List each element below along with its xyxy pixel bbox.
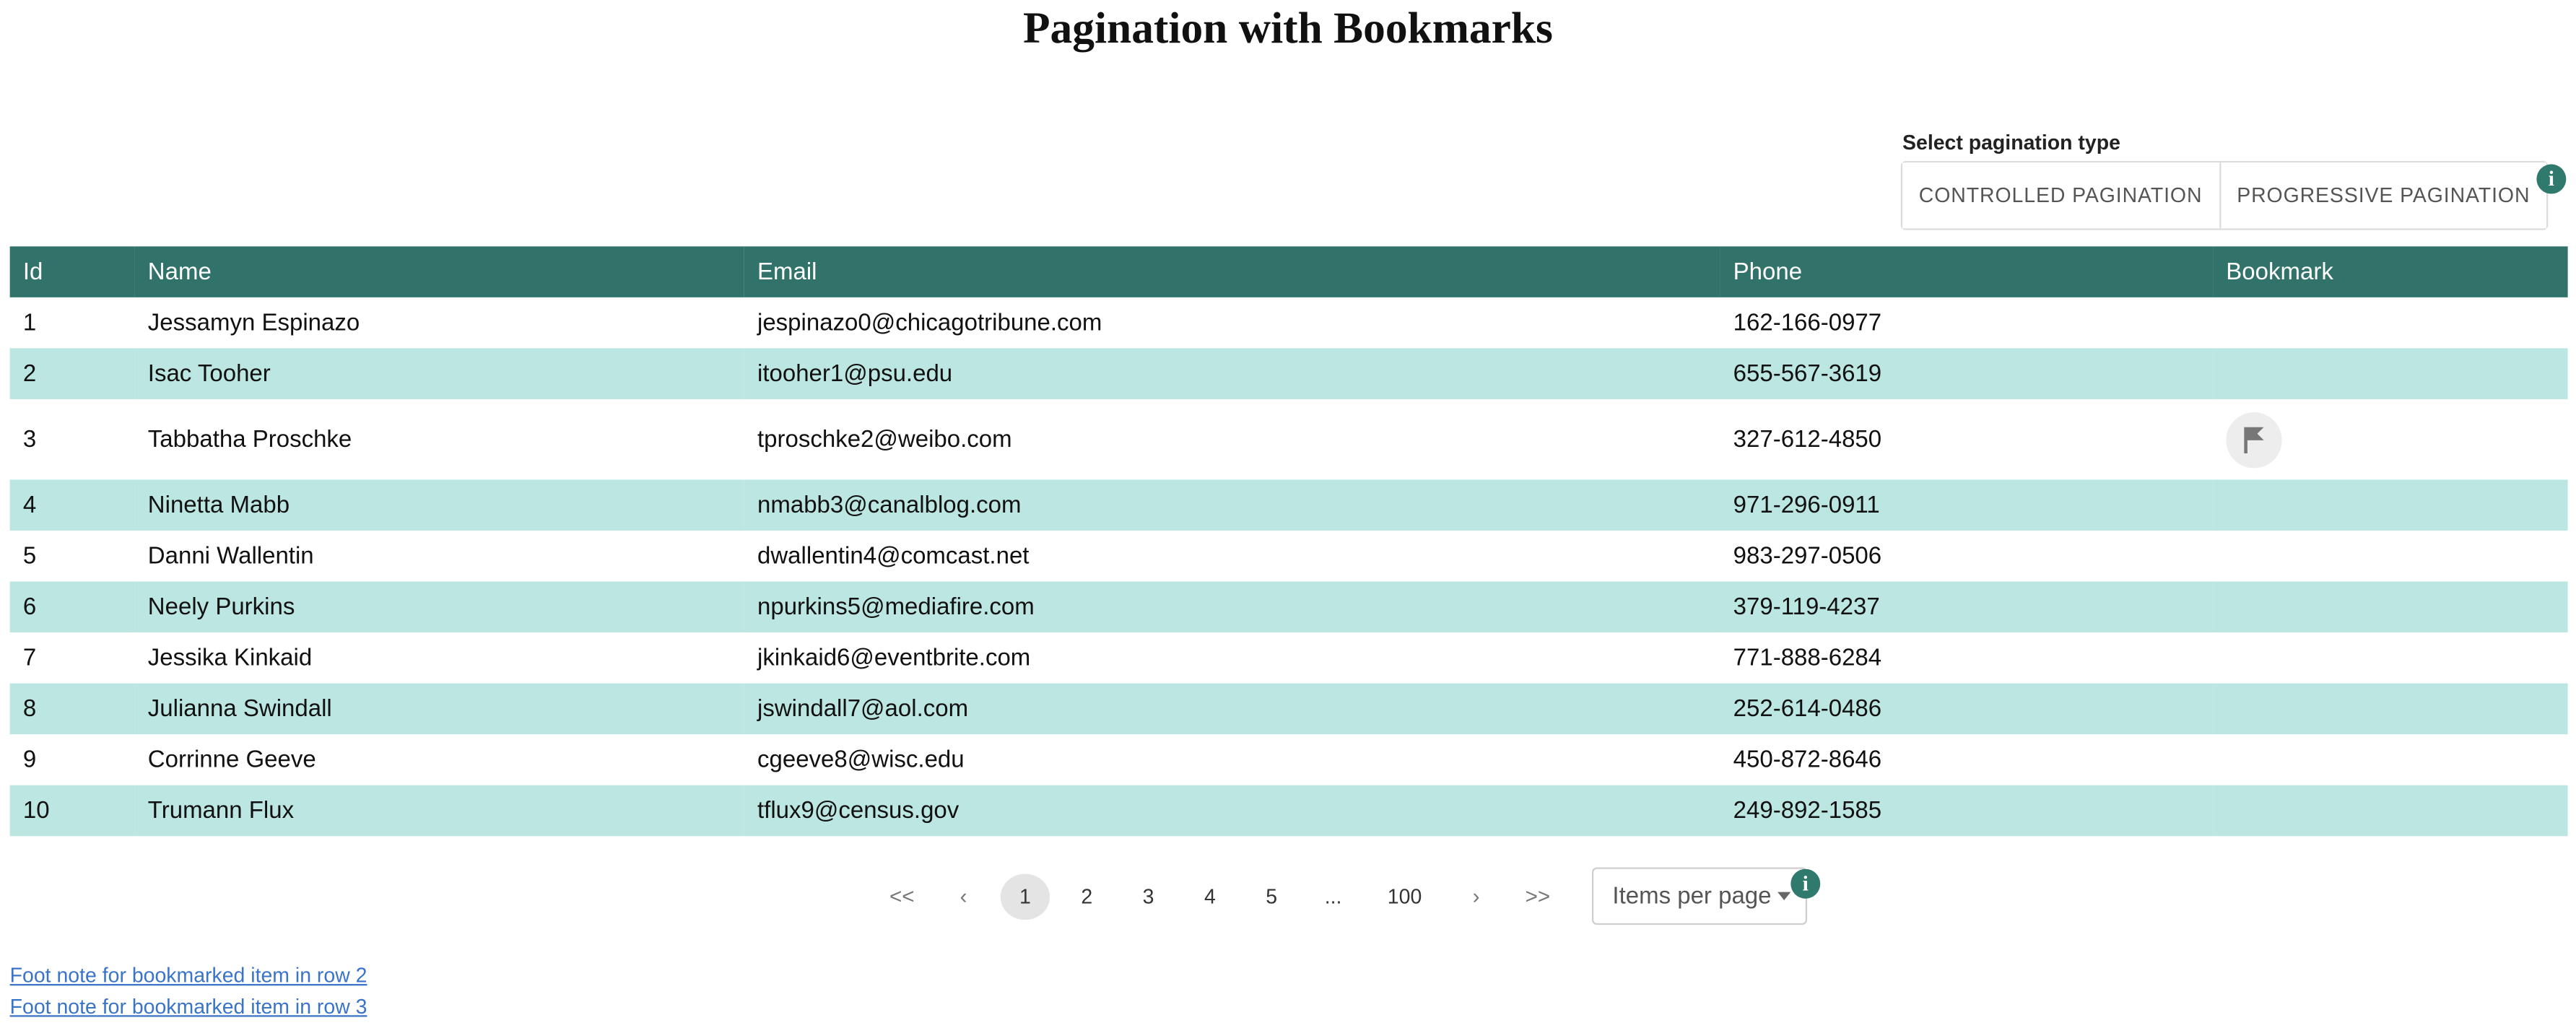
cell-email: tproschke2@weibo.com (757, 426, 1012, 453)
cell-phone: 655-567-3619 (1720, 348, 2214, 399)
bookmark-button[interactable] (2226, 411, 2282, 468)
cell-name: Jessika Kinkaid (147, 645, 313, 671)
cell-phone: 162-166-0977 (1733, 309, 1882, 336)
cell-id: 3 (22, 426, 37, 453)
page-button-4[interactable]: 4 (1185, 873, 1235, 919)
table-row[interactable]: 10 Trumann Flux tflux9@census.gov 249-89… (9, 785, 2568, 837)
table-row[interactable]: 4 Ninetta Mabb nmabb3@canalblog.com 971-… (9, 479, 2568, 531)
items-per-page-label: Items per page (1612, 883, 1772, 910)
info-icon[interactable]: i (2536, 164, 2567, 194)
cell-name: Corrinne Geeve (147, 746, 316, 773)
next-page-button[interactable]: › (1451, 873, 1500, 919)
page-button-3[interactable]: 3 (1123, 873, 1172, 919)
cell-phone: 379-119-4237 (1720, 581, 2214, 633)
cell-id: 5 (22, 543, 37, 570)
cell-email: itooher1@psu.edu (744, 348, 1720, 399)
cell-id: 4 (9, 479, 135, 531)
controlled-pagination-button[interactable]: CONTROLLED PAGINATION (1902, 162, 2219, 229)
column-header-phone[interactable]: Phone (1720, 246, 2214, 297)
cell-email: jswindall7@aol.com (744, 683, 1720, 735)
cell-phone: 771-888-6284 (1733, 645, 1882, 671)
footnote-link-row-2[interactable]: Foot note for bookmarked item in row 2 (10, 964, 367, 988)
info-icon[interactable]: i (1790, 868, 1821, 899)
cell-phone: 327-612-4850 (1733, 426, 1882, 453)
cell-id: 6 (9, 581, 135, 633)
page-button-5[interactable]: 5 (1247, 873, 1296, 919)
cell-bookmark (2213, 348, 2568, 399)
bookmark-flag-icon (2244, 426, 2264, 453)
column-header-id[interactable]: Id (9, 246, 135, 297)
column-header-bookmark[interactable]: Bookmark (2213, 246, 2568, 297)
footnote-link-row-3[interactable]: Foot note for bookmarked item in row 3 (10, 996, 367, 1019)
page-title: Pagination with Bookmarks (1022, 3, 1553, 53)
cell-bookmark (2213, 734, 2568, 785)
column-header-name[interactable]: Name (134, 246, 744, 297)
table-row[interactable]: 9 Corrinne Geeve cgeeve8@wisc.edu 450-87… (10, 734, 2568, 785)
cell-phone: 971-296-0911 (1720, 479, 2214, 531)
table-row[interactable]: 5 Danni Wallentin dwallentin4@comcast.ne… (10, 531, 2568, 582)
cell-email: jkinkaid6@eventbrite.com (757, 645, 1031, 671)
cell-name: Jessamyn Espinazo (147, 309, 360, 336)
cell-name: Isac Tooher (134, 348, 744, 399)
cell-name: Trumann Flux (134, 785, 744, 837)
table-row[interactable]: 3 Tabbatha Proschke tproschke2@weibo.com… (10, 399, 2568, 479)
cell-bookmark (2213, 785, 2568, 837)
cell-name: Ninetta Mabb (134, 479, 744, 531)
page-button-1[interactable]: 1 (1000, 873, 1050, 920)
last-page-button[interactable]: >> (1513, 873, 1562, 919)
table-row[interactable]: 8 Julianna Swindall jswindall7@aol.com 2… (9, 683, 2568, 735)
cell-email: jespinazo0@chicagotribune.com (757, 309, 1102, 336)
app-root: Pagination with Bookmarks Select paginat… (0, 0, 2576, 1028)
cell-id: 8 (9, 683, 135, 735)
cell-bookmark (2213, 683, 2568, 735)
cell-id: 1 (22, 309, 37, 336)
cell-phone: 249-892-1585 (1720, 785, 2214, 837)
table-row[interactable]: 6 Neely Purkins npurkins5@mediafire.com … (9, 581, 2568, 633)
page-button-2[interactable]: 2 (1062, 873, 1111, 919)
pagination-type-toggle-group: CONTROLLED PAGINATION PROGRESSIVE PAGINA… (1900, 160, 2549, 230)
pagination-bar: << ‹ 1 2 3 4 5 ... 100 › >> Items per pa… (877, 867, 1806, 925)
cell-bookmark (2213, 399, 2568, 479)
cell-name: Julianna Swindall (134, 683, 744, 735)
table-row[interactable]: 1 Jessamyn Espinazo jespinazo0@chicagotr… (10, 297, 2568, 349)
cell-id: 9 (22, 746, 37, 773)
cell-email: npurkins5@mediafire.com (744, 581, 1720, 633)
items-per-page-dropdown[interactable]: Items per page (1591, 867, 1806, 925)
cell-name: Neely Purkins (134, 581, 744, 633)
page-button-last[interactable]: 100 (1370, 873, 1440, 919)
cell-email: cgeeve8@wisc.edu (757, 746, 965, 773)
cell-bookmark (2213, 479, 2568, 531)
cell-email: dwallentin4@comcast.net (757, 543, 1030, 570)
page-ellipsis: ... (1324, 884, 1342, 908)
cell-email: tflux9@census.gov (744, 785, 1720, 837)
table-row[interactable]: 7 Jessika Kinkaid jkinkaid6@eventbrite.c… (10, 632, 2568, 684)
first-page-button[interactable]: << (877, 873, 926, 919)
cell-phone: 450-872-8646 (1733, 746, 1882, 773)
cell-email: nmabb3@canalblog.com (744, 479, 1720, 531)
caret-down-icon (1777, 892, 1791, 900)
column-header-email[interactable]: Email (744, 246, 1720, 297)
cell-id: 7 (22, 645, 37, 671)
cell-bookmark (2213, 297, 2568, 349)
cell-id: 2 (9, 348, 135, 399)
cell-bookmark (2213, 581, 2568, 633)
users-table: Id Name Email Phone Bookmark 1 Jessamyn … (9, 246, 2568, 837)
pagination-type-label: Select pagination type (1902, 131, 2120, 154)
cell-bookmark (2213, 531, 2568, 582)
cell-name: Tabbatha Proschke (147, 426, 352, 453)
table-header-row: Id Name Email Phone Bookmark (9, 246, 2568, 297)
progressive-pagination-button[interactable]: PROGRESSIVE PAGINATION (2219, 162, 2547, 229)
cell-name: Danni Wallentin (147, 543, 314, 570)
table-row[interactable]: 2 Isac Tooher itooher1@psu.edu 655-567-3… (9, 348, 2568, 399)
cell-bookmark (2213, 632, 2568, 684)
cell-id: 10 (9, 785, 135, 837)
cell-phone: 252-614-0486 (1720, 683, 2214, 735)
previous-page-button[interactable]: ‹ (939, 873, 988, 919)
cell-phone: 983-297-0506 (1733, 543, 1882, 570)
